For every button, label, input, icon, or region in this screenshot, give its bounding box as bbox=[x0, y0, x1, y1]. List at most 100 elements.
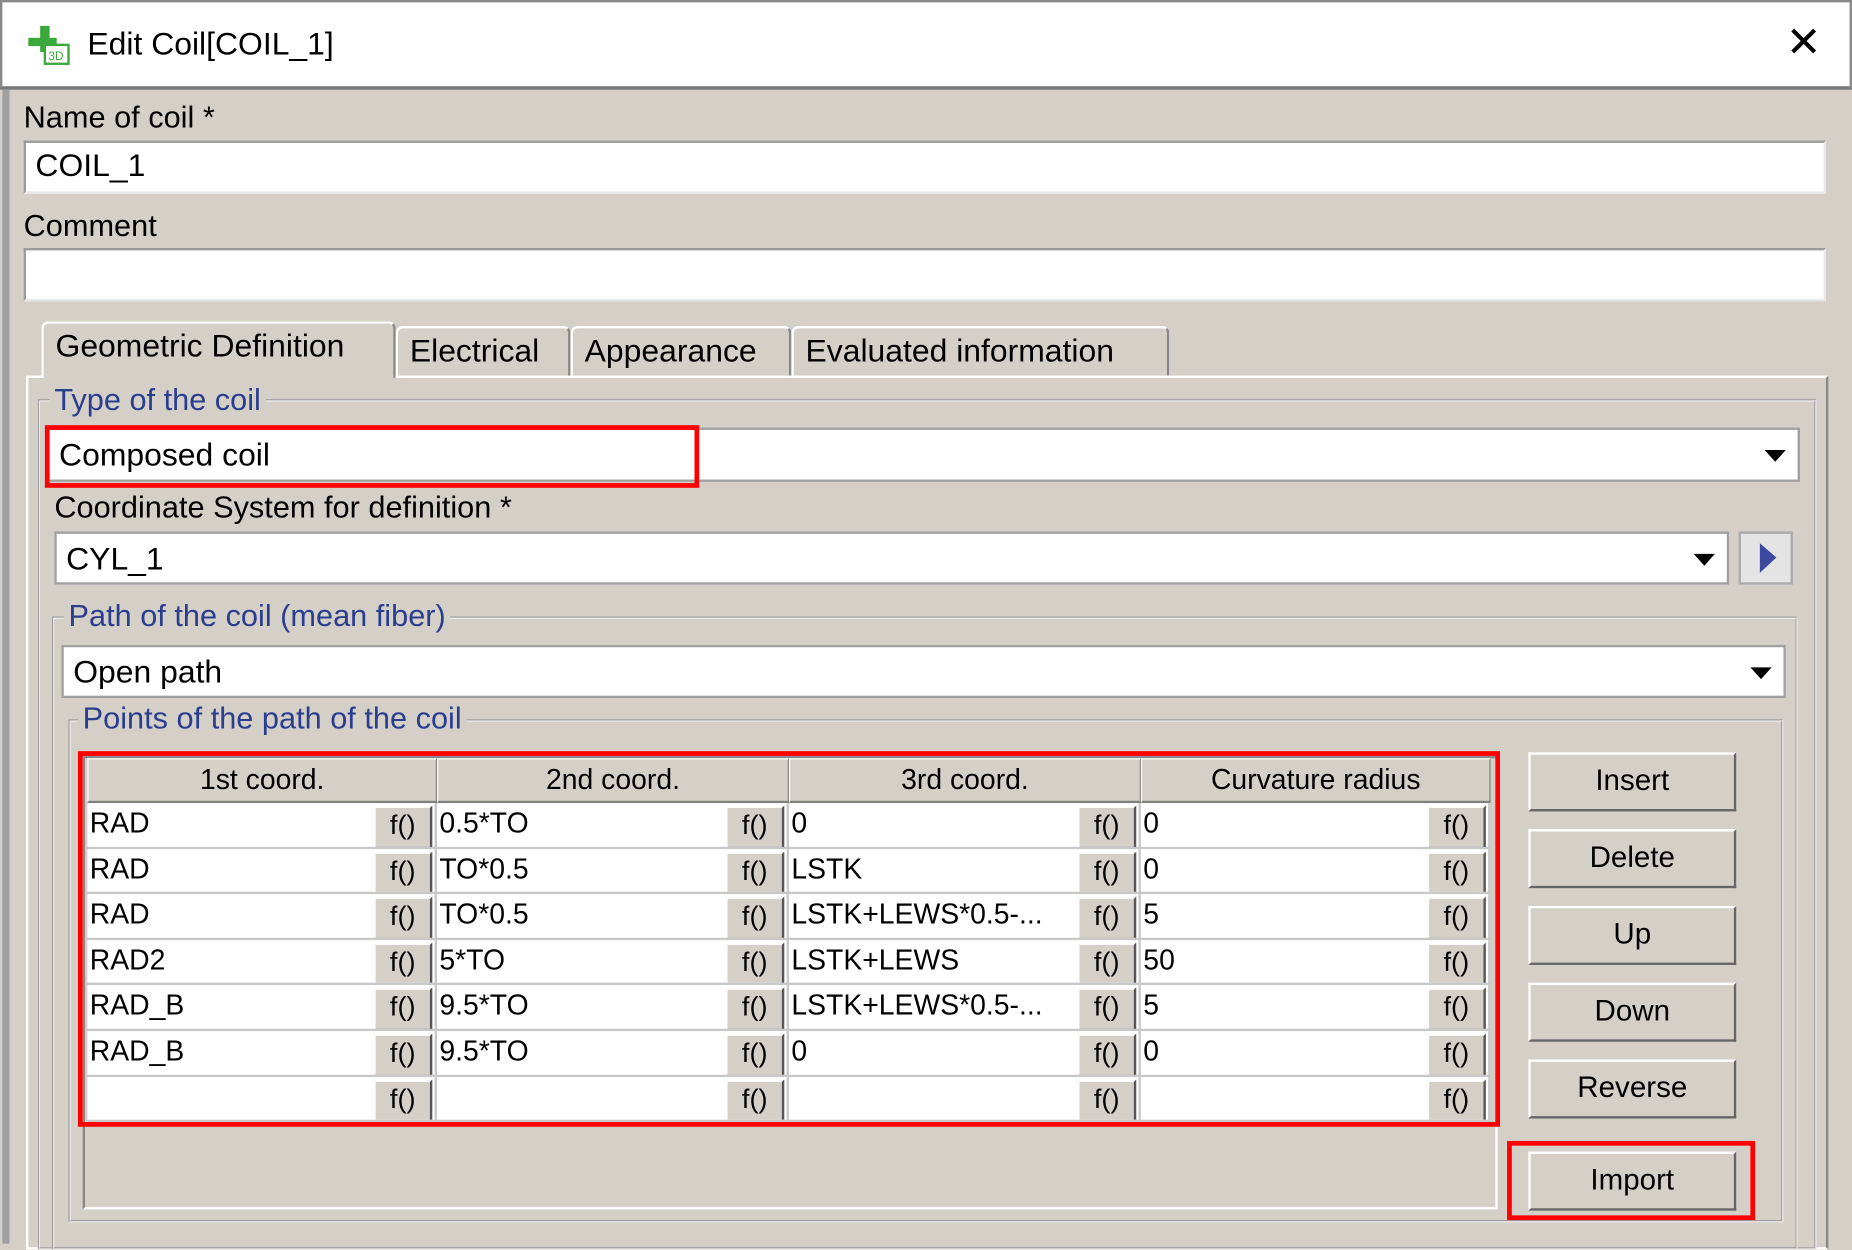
tab-geometric-definition[interactable]: Geometric Definition bbox=[41, 321, 396, 378]
table-cell-first-coord[interactable]: RAD f() bbox=[87, 803, 438, 849]
table-cell-curvature-radius[interactable]: f() bbox=[1140, 1076, 1491, 1123]
column-header-third-coord[interactable]: 3rd coord. bbox=[788, 758, 1141, 804]
function-editor-button[interactable]: f() bbox=[373, 1079, 433, 1120]
function-editor-button[interactable]: f() bbox=[1077, 1033, 1137, 1075]
table-cell-third-coord[interactable]: LSTK+LEWS f() bbox=[788, 939, 1141, 986]
table-cell-third-coord[interactable]: 0 f() bbox=[788, 803, 1141, 849]
delete-button[interactable]: Delete bbox=[1528, 829, 1737, 889]
up-button[interactable]: Up bbox=[1528, 905, 1737, 965]
function-editor-button[interactable]: f() bbox=[1077, 1079, 1137, 1120]
table-cell-first-coord[interactable]: RAD f() bbox=[87, 894, 438, 940]
table-cell-second-coord[interactable]: TO*0.5 f() bbox=[437, 848, 789, 895]
table-cell-curvature-radius[interactable]: 50 f() bbox=[1140, 939, 1491, 986]
comment-label: Comment bbox=[23, 207, 157, 244]
function-editor-button[interactable]: f() bbox=[725, 851, 785, 892]
down-button[interactable]: Down bbox=[1528, 982, 1737, 1042]
path-type-select[interactable]: Open path bbox=[61, 644, 1786, 699]
function-editor-button[interactable]: f() bbox=[1077, 851, 1137, 892]
function-editor-button[interactable]: f() bbox=[373, 896, 433, 938]
table-cell-second-coord[interactable]: 9.5*TO f() bbox=[437, 1031, 789, 1077]
function-editor-button[interactable]: f() bbox=[725, 987, 785, 1029]
function-editor-button[interactable]: f() bbox=[1426, 805, 1486, 847]
table-cell-third-coord[interactable]: LSTK+LEWS*0.5-... f() bbox=[788, 894, 1141, 940]
title-bar: 3D Edit Coil[COIL_1] ✕ bbox=[0, 0, 1852, 90]
column-header-first-coord[interactable]: 1st coord. bbox=[87, 758, 438, 804]
cell-value: 5 bbox=[1143, 990, 1160, 1023]
cell-value: 9.5*TO bbox=[439, 1035, 529, 1068]
function-editor-button[interactable]: f() bbox=[1426, 1033, 1486, 1075]
table-cell-third-coord[interactable]: 0 f() bbox=[788, 1031, 1141, 1077]
name-input[interactable]: COIL_1 bbox=[23, 140, 1826, 194]
function-editor-button[interactable]: f() bbox=[725, 896, 785, 938]
cell-value: RAD bbox=[89, 899, 150, 931]
cell-value: RAD_B bbox=[89, 1035, 185, 1068]
function-editor-button[interactable]: f() bbox=[725, 942, 785, 984]
table-cell-third-coord[interactable]: f() bbox=[788, 1076, 1141, 1123]
tab-electrical[interactable]: Electrical bbox=[395, 325, 571, 378]
table-cell-first-coord[interactable]: RAD_B f() bbox=[87, 1031, 438, 1077]
chevron-down-icon bbox=[1750, 666, 1772, 679]
table-cell-first-coord[interactable]: RAD f() bbox=[87, 848, 438, 895]
table-cell-curvature-radius[interactable]: 0 f() bbox=[1140, 1031, 1491, 1077]
function-editor-button[interactable]: f() bbox=[373, 942, 433, 984]
chevron-down-icon bbox=[1764, 449, 1786, 462]
cell-value: RAD_B bbox=[89, 990, 185, 1023]
table-cell-first-coord[interactable]: RAD2 f() bbox=[87, 939, 438, 986]
tab-evaluated-information[interactable]: Evaluated information bbox=[791, 325, 1170, 378]
cell-value: TO*0.5 bbox=[439, 899, 529, 931]
function-editor-button[interactable]: f() bbox=[373, 987, 433, 1029]
function-editor-button[interactable]: f() bbox=[1426, 987, 1486, 1029]
tab-appearance[interactable]: Appearance bbox=[570, 325, 792, 378]
function-editor-button[interactable]: f() bbox=[725, 805, 785, 847]
function-editor-button[interactable]: f() bbox=[1077, 987, 1137, 1029]
edit-coil-dialog: 3D Edit Coil[COIL_1] ✕ Name of coil * CO… bbox=[0, 0, 1852, 1250]
table-cell-second-coord[interactable]: TO*0.5 f() bbox=[437, 894, 789, 940]
table-cell-curvature-radius[interactable]: 0 f() bbox=[1140, 803, 1491, 849]
path-group-label: Path of the coil (mean fiber) bbox=[63, 597, 451, 635]
cell-value: LSTK+LEWS*0.5-... bbox=[791, 899, 1043, 931]
reverse-button[interactable]: Reverse bbox=[1528, 1059, 1737, 1119]
table-cell-curvature-radius[interactable]: 5 f() bbox=[1140, 894, 1491, 940]
table-cell-curvature-radius[interactable]: 5 f() bbox=[1140, 985, 1491, 1032]
table-cell-curvature-radius[interactable]: 0 f() bbox=[1140, 848, 1491, 895]
cell-value: 5 bbox=[1143, 899, 1160, 931]
table-cell-second-coord[interactable]: 5*TO f() bbox=[437, 939, 789, 986]
coil-type-value: Composed coil bbox=[59, 437, 270, 473]
cell-value: 9.5*TO bbox=[439, 990, 529, 1023]
table-cell-second-coord[interactable]: 9.5*TO f() bbox=[437, 985, 789, 1032]
cell-value: RAD bbox=[89, 807, 150, 840]
function-editor-button[interactable]: f() bbox=[725, 1033, 785, 1075]
table-cell-first-coord[interactable]: f() bbox=[87, 1076, 438, 1123]
function-editor-button[interactable]: f() bbox=[1426, 896, 1486, 938]
function-editor-button[interactable]: f() bbox=[725, 1079, 785, 1120]
name-label: Name of coil * bbox=[23, 99, 215, 135]
path-type-value: Open path bbox=[73, 654, 223, 690]
cell-value: TO*0.5 bbox=[439, 853, 529, 886]
function-editor-button[interactable]: f() bbox=[1426, 851, 1486, 892]
function-editor-button[interactable]: f() bbox=[1077, 896, 1137, 938]
comment-input[interactable] bbox=[23, 248, 1826, 302]
function-editor-button[interactable]: f() bbox=[1426, 1079, 1486, 1120]
cell-value: LSTK bbox=[791, 853, 863, 886]
table-cell-third-coord[interactable]: LSTK f() bbox=[788, 848, 1141, 895]
function-editor-button[interactable]: f() bbox=[373, 851, 433, 892]
table-cell-third-coord[interactable]: LSTK+LEWS*0.5-... f() bbox=[788, 985, 1141, 1032]
function-editor-button[interactable]: f() bbox=[1077, 805, 1137, 847]
coord-system-select[interactable]: CYL_1 bbox=[54, 531, 1730, 585]
cell-value: LSTK+LEWS*0.5-... bbox=[791, 990, 1043, 1023]
column-header-curvature-radius[interactable]: Curvature radius bbox=[1140, 758, 1491, 804]
table-cell-second-coord[interactable]: f() bbox=[437, 1076, 789, 1123]
function-editor-button[interactable]: f() bbox=[373, 1033, 433, 1075]
function-editor-button[interactable]: f() bbox=[1077, 942, 1137, 984]
column-header-second-coord[interactable]: 2nd coord. bbox=[437, 758, 789, 804]
insert-button[interactable]: Insert bbox=[1528, 752, 1737, 812]
coord-system-goto-button[interactable] bbox=[1738, 531, 1793, 585]
table-cell-second-coord[interactable]: 0.5*TO f() bbox=[437, 803, 789, 849]
table-cell-first-coord[interactable]: RAD_B f() bbox=[87, 985, 438, 1032]
cell-value: 0.5*TO bbox=[439, 807, 529, 840]
close-icon[interactable]: ✕ bbox=[1786, 18, 1822, 66]
import-button[interactable]: Import bbox=[1528, 1151, 1737, 1211]
function-editor-button[interactable]: f() bbox=[373, 805, 433, 847]
function-editor-button[interactable]: f() bbox=[1426, 942, 1486, 984]
coil-type-select[interactable]: Composed coil bbox=[47, 427, 1800, 482]
